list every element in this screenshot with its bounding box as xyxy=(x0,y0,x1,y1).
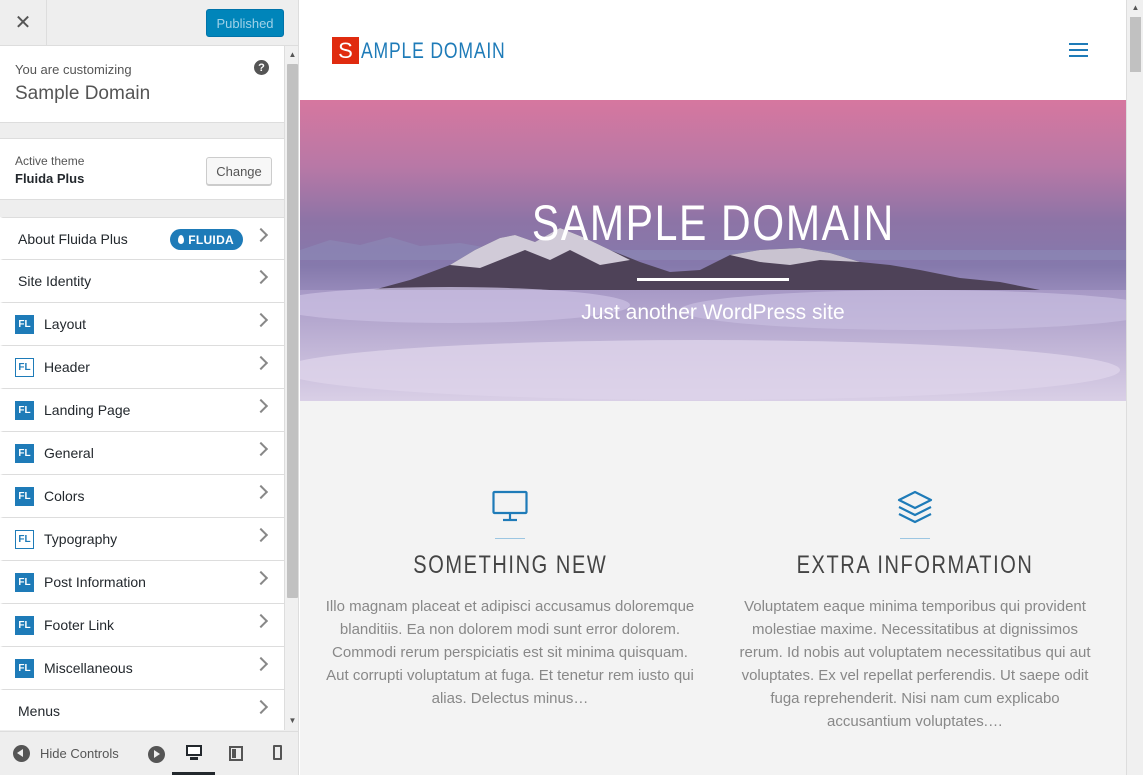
panel-header: ✕ Published xyxy=(0,0,298,46)
hero-banner: SAMPLE DOMAIN Just another WordPress sit… xyxy=(300,100,1126,401)
chevron-right-icon xyxy=(253,699,269,715)
fl-badge-icon: FL xyxy=(15,314,34,334)
mobile-preview-icon[interactable] xyxy=(273,745,289,761)
section-about-fluida-plus[interactable]: About Fluida Plus FLUIDA xyxy=(0,217,284,260)
hide-controls-button[interactable]: Hide Controls xyxy=(13,745,119,762)
close-button[interactable]: ✕ xyxy=(0,0,47,45)
section-landing-page[interactable]: FL Landing Page xyxy=(0,389,284,432)
tablet-preview-icon[interactable] xyxy=(229,745,245,761)
site-preview: S AMPLE DOMAIN SAMPLE DOMAIN Just anothe… xyxy=(300,0,1143,775)
chevron-right-icon xyxy=(253,227,269,243)
publish-button[interactable]: Published xyxy=(206,9,284,37)
hero-divider xyxy=(637,278,789,281)
scroll-thumb[interactable] xyxy=(287,64,298,598)
site-logo[interactable]: S AMPLE DOMAIN xyxy=(332,37,542,64)
section-label: Post Information xyxy=(44,574,146,590)
feature-title: SOMETHING NEW xyxy=(412,551,608,579)
chevron-right-icon xyxy=(253,484,269,500)
section-colors[interactable]: FL Colors xyxy=(0,475,284,518)
scroll-down-icon[interactable]: ▼ xyxy=(285,714,298,728)
chevron-right-icon xyxy=(253,441,269,457)
feature-divider xyxy=(900,538,930,539)
section-typography[interactable]: FL Typography xyxy=(0,518,284,561)
preview-scroll-up-icon[interactable]: ▲ xyxy=(1127,3,1143,12)
active-theme-box: Active theme Fluida Plus Change xyxy=(0,138,284,200)
fl-badge-icon: FL xyxy=(15,658,34,678)
fl-badge-icon: FL xyxy=(15,357,34,377)
feature-text: Illo magnam placeat et adipisci accusamu… xyxy=(325,598,695,707)
hero-subtitle: Just another WordPress site xyxy=(581,301,845,324)
preview-scroll-thumb[interactable] xyxy=(1130,17,1141,72)
hero-title: SAMPLE DOMAIN xyxy=(531,195,895,251)
logo-text: AMPLE DOMAIN xyxy=(361,37,506,63)
feature-divider xyxy=(495,538,525,539)
site-name: Sample Domain xyxy=(15,83,151,104)
drop-icon xyxy=(178,235,185,244)
chevron-right-icon xyxy=(253,527,269,543)
section-general[interactable]: FL General xyxy=(0,432,284,475)
panel-footer: Hide Controls xyxy=(0,731,298,775)
fl-badge-icon: FL xyxy=(15,529,34,549)
close-icon: ✕ xyxy=(14,12,32,34)
customizing-info: You are customizing Sample Domain ? xyxy=(0,46,284,123)
section-site-identity[interactable]: Site Identity xyxy=(0,260,284,303)
menu-icon[interactable] xyxy=(1069,43,1088,57)
play-icon[interactable] xyxy=(148,746,165,763)
fl-badge-icon: FL xyxy=(15,400,34,420)
collapse-icon xyxy=(13,745,30,762)
fl-badge-icon: FL xyxy=(15,572,34,592)
chevron-right-icon xyxy=(253,570,269,586)
scroll-up-icon[interactable]: ▲ xyxy=(285,48,298,62)
chevron-right-icon xyxy=(253,312,269,328)
section-label: Layout xyxy=(44,316,87,332)
section-label: Footer Link xyxy=(44,617,115,633)
section-header[interactable]: FL Header xyxy=(0,346,284,389)
section-label: Typography xyxy=(44,531,118,547)
change-theme-button[interactable]: Change xyxy=(206,157,272,185)
section-label: Menus xyxy=(18,703,61,719)
section-miscellaneous[interactable]: FL Miscellaneous xyxy=(0,647,284,690)
site-header: S AMPLE DOMAIN xyxy=(300,0,1126,100)
section-label: Miscellaneous xyxy=(44,660,133,676)
chevron-right-icon xyxy=(253,398,269,414)
feature-extra-information: EXTRA INFORMATION Voluptatem eaque minim… xyxy=(730,490,1100,733)
section-post-information[interactable]: FL Post Information xyxy=(0,561,284,604)
chevron-right-icon xyxy=(253,269,269,285)
section-menus[interactable]: Menus xyxy=(0,690,284,730)
section-label: Site Identity xyxy=(18,273,92,289)
chevron-right-icon xyxy=(253,656,269,672)
feature-title: EXTRA INFORMATION xyxy=(796,551,1034,579)
panel-scrollbar[interactable]: ▲ ▼ xyxy=(284,46,298,730)
customizer-panel: ✕ Published You are customizing Sample D… xyxy=(0,0,299,775)
section-label: Landing Page xyxy=(44,402,131,418)
preview-scrollbar[interactable]: ▲ xyxy=(1126,0,1143,775)
customizer-sections-scroll: You are customizing Sample Domain ? Acti… xyxy=(0,46,284,730)
hide-controls-label: Hide Controls xyxy=(40,746,119,761)
fl-badge-icon: FL xyxy=(15,443,34,463)
fluida-pill[interactable]: FLUIDA xyxy=(170,229,243,250)
feature-text: Voluptatem eaque minima temporibus qui p… xyxy=(739,598,1091,730)
monitor-icon xyxy=(325,490,695,528)
logo-letter: S xyxy=(332,37,359,64)
section-label: General xyxy=(44,445,94,461)
section-label: Colors xyxy=(44,488,85,504)
section-layout[interactable]: FL Layout xyxy=(0,303,284,346)
section-label: About Fluida Plus xyxy=(18,230,128,247)
help-icon[interactable]: ? xyxy=(254,60,269,75)
pill-label: FLUIDA xyxy=(188,232,234,247)
feature-something-new: SOMETHING NEW Illo magnam placeat et adi… xyxy=(325,490,695,710)
layers-icon xyxy=(730,490,1100,528)
chevron-right-icon xyxy=(253,613,269,629)
section-footer-link[interactable]: FL Footer Link xyxy=(0,604,284,647)
chevron-right-icon xyxy=(253,355,269,371)
customizing-label: You are customizing xyxy=(15,62,132,77)
desktop-preview-icon[interactable] xyxy=(186,745,202,761)
fl-badge-icon: FL xyxy=(15,615,34,635)
section-label: Header xyxy=(44,359,90,375)
section-list: About Fluida Plus FLUIDA Site Identity FL La… xyxy=(0,217,284,730)
fl-badge-icon: FL xyxy=(15,486,34,506)
